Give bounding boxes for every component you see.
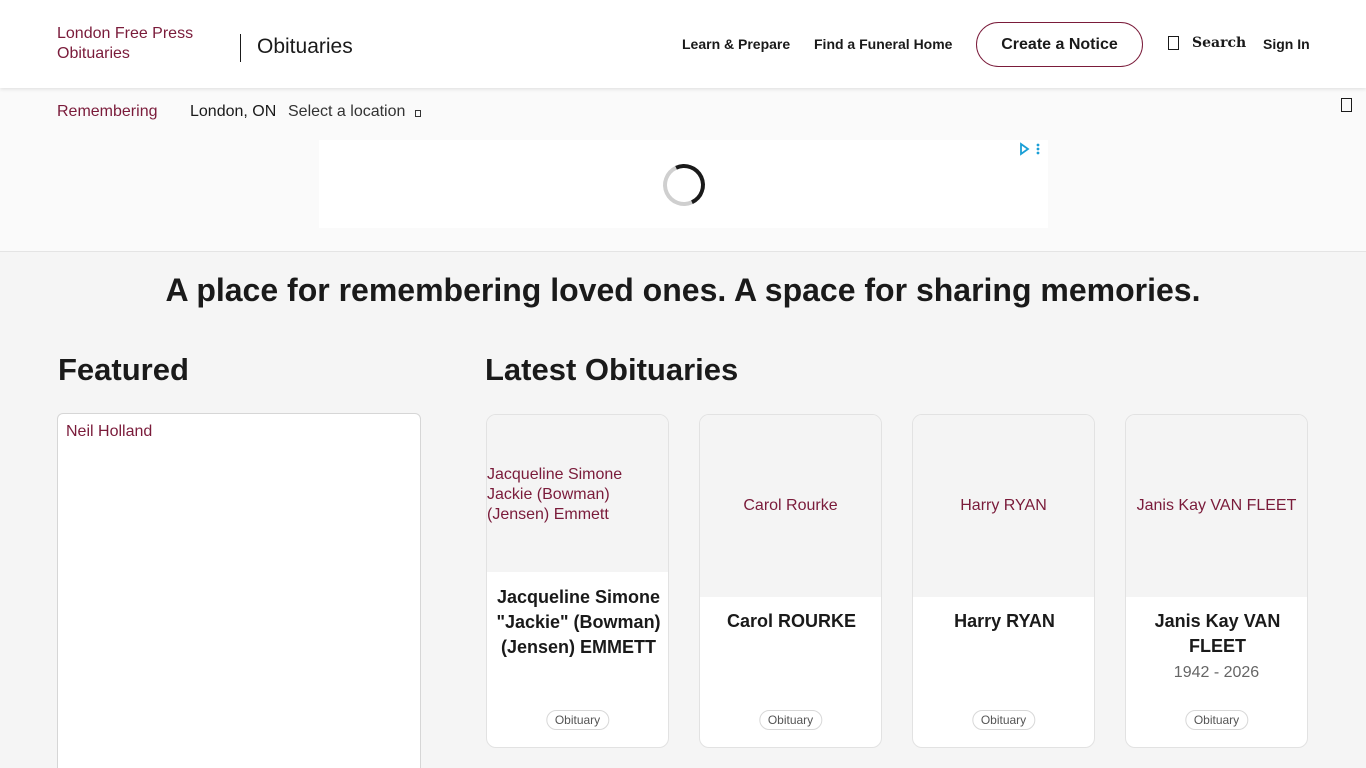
remembering-logo: Remembering [57, 103, 158, 120]
sign-in-link[interactable]: Sign In [1263, 36, 1310, 52]
ad-choices-icon[interactable] [1017, 142, 1045, 156]
search-button[interactable]: Search [1168, 35, 1246, 51]
tagline: A place for remembering loved ones. A sp… [165, 272, 1201, 308]
location-select[interactable]: Select a location [288, 103, 422, 121]
obituary-card[interactable]: Carol Rourke Carol ROURKE Obituary [699, 414, 882, 748]
location-select-label: Select a location [288, 103, 406, 120]
obituary-name[interactable]: Harry RYAN [919, 609, 1090, 634]
site-logo[interactable]: London Free Press Obituaries [57, 24, 227, 64]
obituary-tag: Obituary [1184, 710, 1249, 730]
header-divider [240, 34, 241, 62]
obituary-card[interactable]: Jacqueline Simone Jackie (Bowman) (Jense… [486, 414, 669, 748]
site-header: London Free Press Obituaries Obituaries … [0, 0, 1366, 88]
obituary-name[interactable]: Janis Kay VAN FLEET [1132, 609, 1303, 659]
obituary-tag: Obituary [545, 710, 610, 730]
search-icon [1168, 36, 1179, 50]
spinner-icon [657, 158, 711, 212]
chevron-down-icon [415, 109, 422, 117]
featured-card[interactable]: Neil Holland [57, 413, 421, 768]
obituary-tag: Obituary [971, 710, 1036, 730]
obituary-photo: Janis Kay VAN FLEET [1126, 415, 1307, 597]
nav-find-funeral-home[interactable]: Find a Funeral Home [814, 36, 952, 52]
obituary-years: 1942 - 2026 [1173, 664, 1260, 681]
obituary-name[interactable]: Jacqueline Simone "Jackie" (Bowman) (Jen… [493, 585, 664, 660]
nav-learn-prepare[interactable]: Learn & Prepare [682, 36, 790, 52]
obituary-card[interactable]: Janis Kay VAN FLEET Janis Kay VAN FLEET … [1125, 414, 1308, 748]
featured-image: Neil Holland [66, 423, 153, 440]
obituary-photo-alt: Jacqueline Simone Jackie (Bowman) (Jense… [487, 466, 623, 523]
brand-title[interactable]: Obituaries [257, 35, 353, 59]
search-label: Search [1192, 35, 1247, 51]
obituary-photo-alt: Harry RYAN [960, 497, 1047, 514]
ad-banner[interactable] [319, 140, 1048, 228]
obituary-photo: Jacqueline Simone Jackie (Bowman) (Jense… [487, 415, 668, 572]
obituary-photo: Harry RYAN [913, 415, 1094, 597]
obituary-photo-alt: Janis Kay VAN FLEET [1136, 497, 1297, 514]
obituary-photo: Carol Rourke [700, 415, 881, 597]
featured-heading: Featured [58, 352, 189, 387]
obituary-photo-alt: Carol Rourke [743, 497, 838, 514]
obituary-name[interactable]: Carol ROURKE [706, 609, 877, 634]
obituary-tag: Obituary [758, 710, 823, 730]
create-notice-button[interactable]: Create a Notice [976, 22, 1143, 67]
close-ad-icon[interactable] [1341, 98, 1352, 112]
latest-obituaries-heading: Latest Obituaries [485, 352, 739, 387]
location-ad-band: Remembering London, ON Select a location [0, 88, 1366, 252]
obituary-card[interactable]: Harry RYAN Harry RYAN Obituary [912, 414, 1095, 748]
current-location: London, ON [190, 103, 277, 120]
